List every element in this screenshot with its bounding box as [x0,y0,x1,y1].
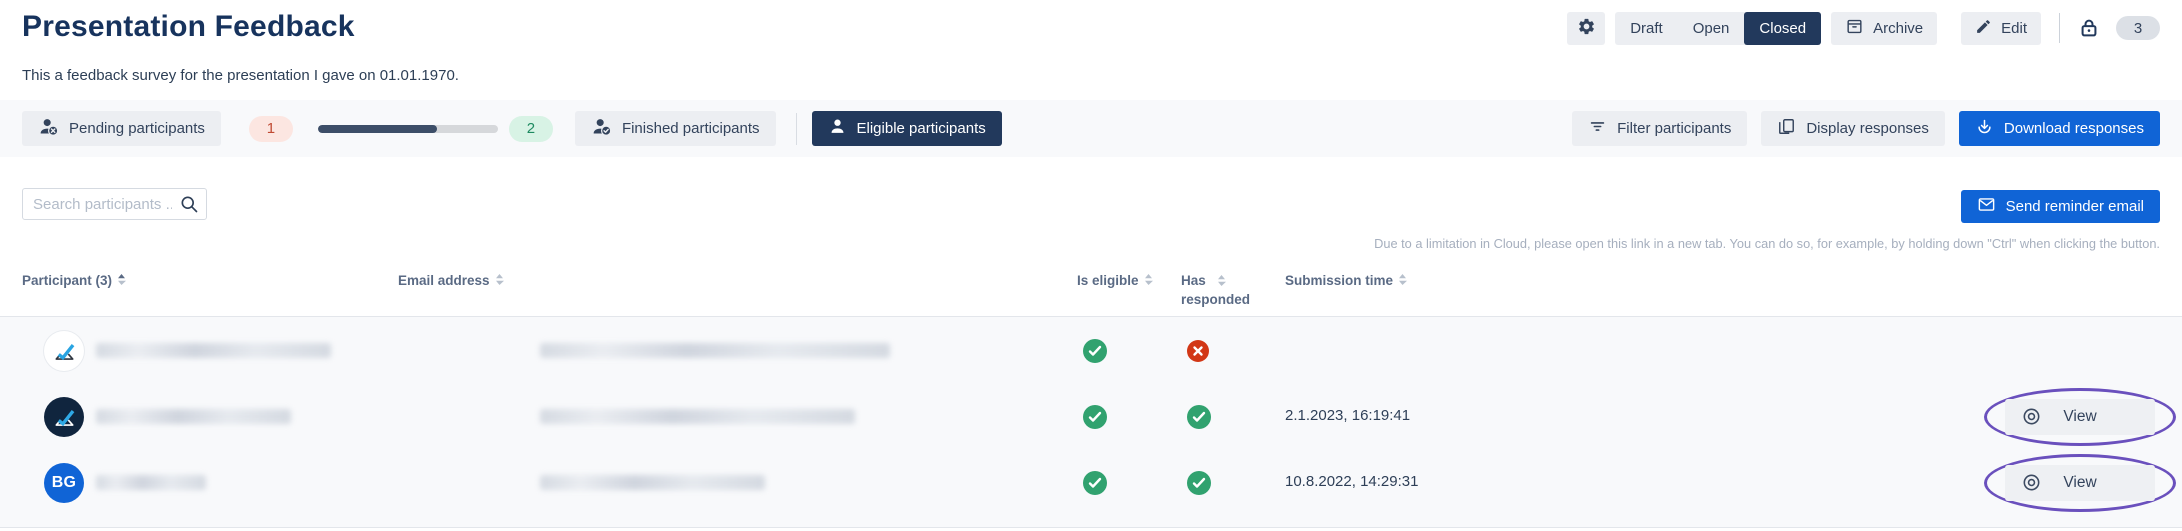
eligible-check-icon [1082,404,1108,435]
filter-participants-label: Filter participants [1617,120,1731,137]
submission-time: 10.8.2022, 14:29:31 [1285,473,1418,490]
eligible-participants-button[interactable]: Eligible participants [812,111,1002,146]
status-option-draft[interactable]: Draft [1615,12,1678,45]
gear-icon [1577,17,1596,40]
participants-progress-bar [318,125,498,133]
responded-check-icon [1186,404,1212,435]
status-option-open[interactable]: Open [1678,12,1745,45]
filter-icon [1588,117,1607,140]
avatar-logo-light [44,331,84,371]
finished-count-badge: 2 [509,116,553,142]
progress-fill [318,125,437,133]
eye-icon [2021,472,2042,498]
column-header-submission-time[interactable]: Submission time [1285,272,1407,291]
participant-email-redacted [540,409,855,424]
person-icon [828,117,847,140]
participant-name-redacted [96,475,206,490]
sort-icon [1398,273,1407,286]
avatar-initials: BG [44,463,84,503]
table-row: BG 10.8.2022, 14:29:31 View [0,450,2182,516]
divider [2059,13,2060,43]
eye-icon [2021,406,2042,432]
eligible-check-icon [1082,338,1108,369]
pencil-icon [1975,18,1992,39]
download-icon [1975,117,1994,140]
sort-icon [495,273,504,286]
sort-icon [117,273,126,286]
page-title: Presentation Feedback [22,10,355,44]
finished-participants-label: Finished participants [622,120,760,137]
header-controls: Draft Open Closed Archive Edit 3 [1567,11,2160,45]
participant-name-redacted [96,343,331,358]
send-reminder-email-label: Send reminder email [2006,198,2144,215]
participants-toolbar-left: Pending participants 1 2 Finished partic… [22,111,1002,146]
participant-name-redacted [96,409,291,424]
send-reminder-email-button[interactable]: Send reminder email [1961,190,2160,223]
column-header-has-responded[interactable]: Has responded [1181,272,1251,310]
view-response-button[interactable]: View [2005,465,2155,501]
pending-participants-label: Pending participants [69,120,205,137]
avatar-logo-dark [44,397,84,437]
table-bottom-divider [0,527,2182,528]
survey-admin-page: Presentation Feedback This a feedback su… [0,0,2182,531]
divider [796,113,797,145]
person-x-icon [38,116,59,141]
column-header-is-eligible[interactable]: Is eligible [1077,272,1153,291]
table-row [0,318,2182,384]
pending-count-badge: 1 [249,116,293,142]
person-check-icon [591,116,612,141]
table-row: 2.1.2023, 16:19:41 View [0,384,2182,450]
pending-participants-button[interactable]: Pending participants [22,111,221,146]
status-option-closed[interactable]: Closed [1744,12,1821,45]
view-label: View [2063,474,2096,491]
search-participants-field [22,188,207,220]
cloud-limitation-note: Due to a limitation in Cloud, please ope… [1374,236,2160,251]
sort-icon [1217,274,1226,287]
column-header-participant[interactable]: Participant (3) [22,272,126,291]
avatar-initials-text: BG [52,474,77,492]
responded-check-icon [1186,470,1212,501]
filter-participants-button[interactable]: Filter participants [1572,111,1747,146]
sort-icon [1144,273,1153,286]
mail-icon [1977,195,1996,218]
view-label: View [2063,408,2096,425]
not-responded-cross-icon [1186,339,1210,368]
download-responses-label: Download responses [2004,120,2144,137]
participant-email-redacted [540,475,765,490]
copy-icon [1777,117,1796,140]
archive-label: Archive [1873,20,1923,37]
participant-email-redacted [540,343,890,358]
settings-button[interactable] [1567,12,1605,45]
view-response-button[interactable]: View [2005,399,2155,435]
edit-button[interactable]: Edit [1961,12,2041,45]
edit-label: Edit [2001,20,2027,37]
submission-time: 2.1.2023, 16:19:41 [1285,407,1410,424]
lock-icon [2078,17,2100,39]
restricted-count-badge[interactable]: 3 [2116,16,2160,40]
display-responses-label: Display responses [1806,120,1929,137]
display-responses-button[interactable]: Display responses [1761,111,1945,146]
column-header-email[interactable]: Email address [398,272,504,291]
archive-button[interactable]: Archive [1831,12,1937,45]
eligible-check-icon [1082,470,1108,501]
status-segmented-control: Draft Open Closed [1615,12,1821,45]
finished-participants-button[interactable]: Finished participants [575,111,776,146]
page-subtitle: This a feedback survey for the presentat… [22,67,459,84]
eligible-participants-label: Eligible participants [857,120,986,137]
archive-icon [1845,17,1864,40]
download-responses-button[interactable]: Download responses [1959,111,2160,146]
participants-toolbar-right: Filter participants Display responses Do… [1572,111,2160,146]
